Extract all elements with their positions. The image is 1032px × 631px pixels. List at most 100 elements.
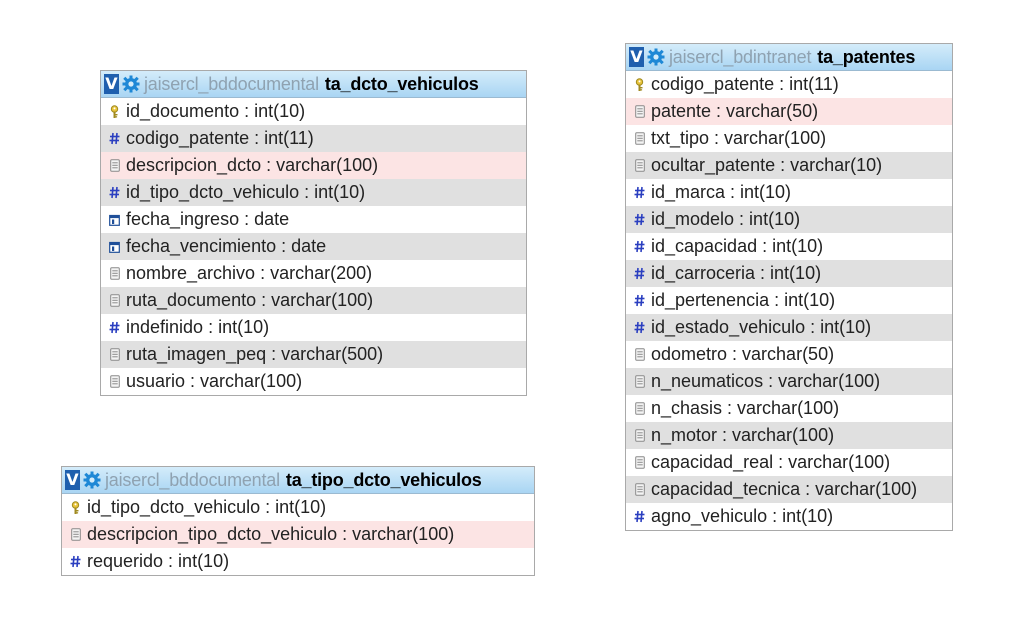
text-icon bbox=[634, 348, 645, 362]
text-icon bbox=[634, 159, 645, 173]
field-label: odometro : varchar(50) bbox=[651, 344, 835, 364]
field-row[interactable]: capacidad_real : varchar(100) bbox=[626, 449, 952, 476]
text-icon bbox=[109, 267, 120, 281]
field-label: ocultar_patente : varchar(10) bbox=[651, 155, 883, 175]
calendar-icon bbox=[109, 240, 120, 254]
field-row[interactable]: requerido : int(10) bbox=[62, 548, 534, 575]
field-label: usuario : varchar(100) bbox=[126, 371, 303, 391]
field-label: id_modelo : int(10) bbox=[651, 209, 801, 229]
field-label: descripcion_tipo_dcto_vehiculo : varchar… bbox=[87, 524, 455, 544]
table-header[interactable]: V jaisercl_bddocumental ta_dcto_vehiculo… bbox=[101, 71, 526, 98]
field-label: id_pertenencia : int(10) bbox=[651, 290, 836, 310]
field-label: id_tipo_dcto_vehiculo : int(10) bbox=[126, 182, 366, 202]
table-name: ta_patentes bbox=[817, 46, 916, 67]
hash-icon bbox=[109, 132, 120, 146]
text-icon bbox=[634, 402, 645, 416]
text-icon bbox=[634, 483, 645, 497]
field-row[interactable]: agno_vehiculo : int(10) bbox=[626, 503, 952, 530]
table-header[interactable]: V jaisercl_bdintranet ta_patentes bbox=[626, 44, 952, 71]
key-icon bbox=[109, 104, 120, 119]
field-row[interactable]: txt_tipo : varchar(100) bbox=[626, 125, 952, 152]
field-row[interactable]: id_modelo : int(10) bbox=[626, 206, 952, 233]
field-label: nombre_archivo : varchar(200) bbox=[126, 263, 373, 283]
field-list: id_documento : int(10) codigo_patente : i… bbox=[101, 98, 526, 395]
text-icon bbox=[634, 105, 645, 119]
hash-icon bbox=[634, 267, 645, 281]
field-label: indefinido : int(10) bbox=[126, 317, 270, 337]
field-row[interactable]: id_pertenencia : int(10) bbox=[626, 287, 952, 314]
gear-icon[interactable] bbox=[83, 471, 101, 489]
key-icon bbox=[634, 77, 645, 92]
gear-icon[interactable] bbox=[647, 48, 665, 66]
database-name: jaisercl_bddocumental bbox=[144, 73, 319, 94]
text-icon bbox=[634, 132, 645, 146]
field-row[interactable]: id_estado_vehiculo : int(10) bbox=[626, 314, 952, 341]
field-label: id_marca : int(10) bbox=[651, 182, 792, 202]
hash-icon bbox=[109, 186, 120, 200]
field-row[interactable]: id_documento : int(10) bbox=[101, 98, 526, 125]
hash-icon bbox=[634, 186, 645, 200]
field-list: codigo_patente : int(11) patente : varcha… bbox=[626, 71, 952, 530]
table-name: ta_dcto_vehiculos bbox=[324, 73, 479, 94]
key-icon bbox=[70, 500, 81, 515]
table-ta-patentes[interactable]: V jaisercl_bdintranet ta_patentes codigo… bbox=[625, 43, 953, 531]
field-label: n_chasis : varchar(100) bbox=[651, 398, 840, 418]
table-ta-dcto-vehiculos[interactable]: V jaisercl_bddocumental ta_dcto_vehiculo… bbox=[100, 70, 527, 396]
field-label: ruta_documento : varchar(100) bbox=[126, 290, 374, 310]
text-icon bbox=[109, 375, 120, 389]
collapse-toggle-button[interactable]: V bbox=[104, 74, 119, 94]
field-row[interactable]: id_carroceria : int(10) bbox=[626, 260, 952, 287]
field-label: requerido : int(10) bbox=[87, 551, 230, 571]
field-label: patente : varchar(50) bbox=[651, 101, 819, 121]
field-label: fecha_vencimiento : date bbox=[126, 236, 327, 256]
field-label: id_tipo_dcto_vehiculo : int(10) bbox=[87, 497, 327, 517]
field-label: txt_tipo : varchar(100) bbox=[651, 128, 827, 148]
field-row[interactable]: usuario : varchar(100) bbox=[101, 368, 526, 395]
field-row[interactable]: nombre_archivo : varchar(200) bbox=[101, 260, 526, 287]
field-row[interactable]: fecha_vencimiento : date bbox=[101, 233, 526, 260]
field-row[interactable]: id_tipo_dcto_vehiculo : int(10) bbox=[62, 494, 534, 521]
field-row[interactable]: patente : varchar(50) bbox=[626, 98, 952, 125]
field-row[interactable]: n_neumaticos : varchar(100) bbox=[626, 368, 952, 395]
field-row[interactable]: descripcion_dcto : varchar(100) bbox=[101, 152, 526, 179]
field-row[interactable]: ruta_documento : varchar(100) bbox=[101, 287, 526, 314]
hash-icon bbox=[634, 240, 645, 254]
field-row[interactable]: indefinido : int(10) bbox=[101, 314, 526, 341]
field-label: n_motor : varchar(100) bbox=[651, 425, 835, 445]
database-name: jaisercl_bddocumental bbox=[105, 469, 280, 490]
table-header[interactable]: V jaisercl_bddocumental ta_tipo_dcto_veh… bbox=[62, 467, 534, 494]
table-ta-tipo-dcto-vehiculos[interactable]: V jaisercl_bddocumental ta_tipo_dcto_veh… bbox=[61, 466, 535, 576]
text-icon bbox=[634, 429, 645, 443]
field-row[interactable]: id_capacidad : int(10) bbox=[626, 233, 952, 260]
field-row[interactable]: id_tipo_dcto_vehiculo : int(10) bbox=[101, 179, 526, 206]
field-row[interactable]: n_motor : varchar(100) bbox=[626, 422, 952, 449]
field-label: n_neumaticos : varchar(100) bbox=[651, 371, 881, 391]
field-row[interactable]: codigo_patente : int(11) bbox=[101, 125, 526, 152]
field-label: id_carroceria : int(10) bbox=[651, 263, 822, 283]
gear-icon[interactable] bbox=[122, 75, 140, 93]
hash-icon bbox=[70, 555, 81, 569]
field-row[interactable]: ocultar_patente : varchar(10) bbox=[626, 152, 952, 179]
collapse-toggle-button[interactable]: V bbox=[629, 47, 644, 67]
field-row[interactable]: capacidad_tecnica : varchar(100) bbox=[626, 476, 952, 503]
field-label: capacidad_tecnica : varchar(100) bbox=[651, 479, 918, 499]
field-row[interactable]: odometro : varchar(50) bbox=[626, 341, 952, 368]
field-row[interactable]: n_chasis : varchar(100) bbox=[626, 395, 952, 422]
field-label: fecha_ingreso : date bbox=[126, 209, 290, 229]
field-row[interactable]: ruta_imagen_peq : varchar(500) bbox=[101, 341, 526, 368]
field-row[interactable]: codigo_patente : int(11) bbox=[626, 71, 952, 98]
field-row[interactable]: fecha_ingreso : date bbox=[101, 206, 526, 233]
text-icon bbox=[109, 159, 120, 173]
field-row[interactable]: id_marca : int(10) bbox=[626, 179, 952, 206]
hash-icon bbox=[634, 510, 645, 524]
field-row[interactable]: descripcion_tipo_dcto_vehiculo : varchar… bbox=[62, 521, 534, 548]
field-label: id_capacidad : int(10) bbox=[651, 236, 824, 256]
field-label: agno_vehiculo : int(10) bbox=[651, 506, 834, 526]
field-label: capacidad_real : varchar(100) bbox=[651, 452, 891, 472]
collapse-toggle-button[interactable]: V bbox=[65, 470, 80, 490]
field-label: id_documento : int(10) bbox=[126, 101, 306, 121]
field-label: ruta_imagen_peq : varchar(500) bbox=[126, 344, 384, 364]
field-label: id_estado_vehiculo : int(10) bbox=[651, 317, 872, 337]
hash-icon bbox=[109, 321, 120, 335]
table-name: ta_tipo_dcto_vehiculos bbox=[285, 469, 482, 490]
